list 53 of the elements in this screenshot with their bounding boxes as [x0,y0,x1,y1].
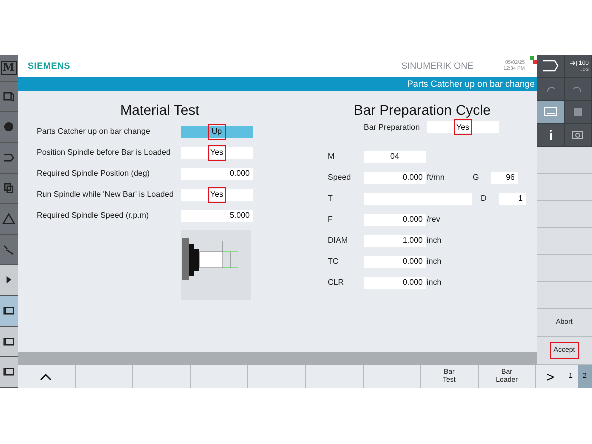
field-label: Run Spindle while 'New Bar' is Loaded [37,190,175,199]
field-label: Position Spindle before Bar is Loaded [37,148,172,157]
input-field[interactable]: 04 [364,150,426,162]
product-name: SINUMERIK ONE [402,61,474,71]
input-field[interactable]: 0.000 [364,276,426,288]
bar-diagram-drawing [181,230,251,300]
field-label: CLR [328,278,346,287]
field-label: Speed [328,173,352,182]
input-field[interactable]: 1 [499,192,526,204]
unit-label: ft/mn [426,173,446,182]
field-label: M [328,152,336,161]
undo-icon[interactable] [546,85,556,93]
field-label: Required Spindle Speed (r.p.m) [37,211,150,220]
next-page-button[interactable]: > [537,365,564,388]
caret-up-icon [40,372,52,380]
input-field[interactable]: 0.000 [364,172,426,184]
field-label: Required Spindle Position (deg) [37,169,151,178]
unit-label: /rev [426,215,442,224]
field-label: Bar Preparation [364,122,422,132]
section-title: Material Test [119,102,201,119]
brand-name: SIEMENS [28,61,71,71]
input-field[interactable]: Yes [181,146,253,158]
input-field[interactable]: 96 [491,172,518,184]
camera-icon[interactable] [572,130,584,140]
unit-label: inch [426,236,443,245]
section-title: Bar Preparation Cycle [353,102,492,119]
input-field[interactable]: 1.000 [364,234,426,246]
field-label: D [481,194,488,203]
field-label: DIAM [328,236,349,245]
input-field[interactable]: Up [181,126,253,138]
field-label: F [328,215,334,224]
field-label: Parts Catcher up on bar change [37,127,152,136]
field-label: TC [328,257,340,266]
warning-icon[interactable] [2,212,16,226]
redo-icon[interactable] [573,85,583,93]
unit-label: inch [426,257,443,266]
target-icon[interactable] [2,120,16,134]
input-field[interactable]: Yes [427,121,499,133]
info-icon[interactable] [548,129,554,141]
input-field[interactable]: Yes [181,188,253,200]
exit-bracket-icon[interactable] [542,60,560,72]
arrow-to-line-icon [570,61,577,66]
copy-icon[interactable] [2,181,16,196]
network-icon [530,56,537,64]
unit-label: inch [426,278,443,287]
input-field[interactable]: 5.000 [181,210,253,222]
field-label: T [328,194,334,203]
input-field[interactable]: 0.000 [364,214,426,226]
input-field[interactable]: 0.000 [364,256,426,268]
input-field[interactable]: 0.000 [181,168,253,180]
document-icon[interactable] [2,90,16,104]
message-text: Parts Catcher up on bar change [407,79,535,89]
field-label: G [473,173,480,182]
